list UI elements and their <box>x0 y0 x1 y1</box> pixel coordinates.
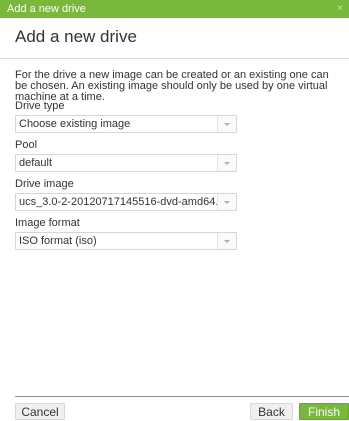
image-format-label: Image format <box>15 217 80 229</box>
pool-label: Pool <box>15 139 38 151</box>
drive-type-value: Choose existing image <box>19 118 131 130</box>
footer-divider <box>15 396 349 397</box>
pool-value: default <box>19 157 53 169</box>
dialog-title: Add a new drive <box>7 3 86 15</box>
drive-type-label: Drive type <box>15 100 65 112</box>
finish-button[interactable]: Finish <box>299 403 349 420</box>
page-title: Add a new drive <box>15 27 137 46</box>
drive-image-value: ucs_3.0-2-20120717145516-dvd-amd64.iso <box>19 196 233 208</box>
drive-type-select[interactable]: Choose existing image <box>15 115 237 133</box>
chevron-down-icon[interactable] <box>217 116 236 132</box>
close-icon[interactable]: × <box>337 0 343 18</box>
drive-image-label: Drive image <box>15 178 74 190</box>
chevron-down-icon[interactable] <box>217 194 236 210</box>
chevron-down-icon[interactable] <box>217 233 236 249</box>
chevron-down-icon[interactable] <box>217 155 236 171</box>
cancel-button[interactable]: Cancel <box>15 403 65 420</box>
description-text: For the drive a new image can be created… <box>15 69 329 103</box>
image-format-value: ISO format (iso) <box>19 235 97 247</box>
dialog-titlebar: Add a new drive × <box>0 0 349 18</box>
back-button[interactable]: Back <box>250 403 293 420</box>
image-format-select[interactable]: ISO format (iso) <box>15 232 237 250</box>
pool-select[interactable]: default <box>15 154 237 172</box>
drive-image-select[interactable]: ucs_3.0-2-20120717145516-dvd-amd64.iso <box>15 193 237 211</box>
header-divider <box>0 58 349 59</box>
